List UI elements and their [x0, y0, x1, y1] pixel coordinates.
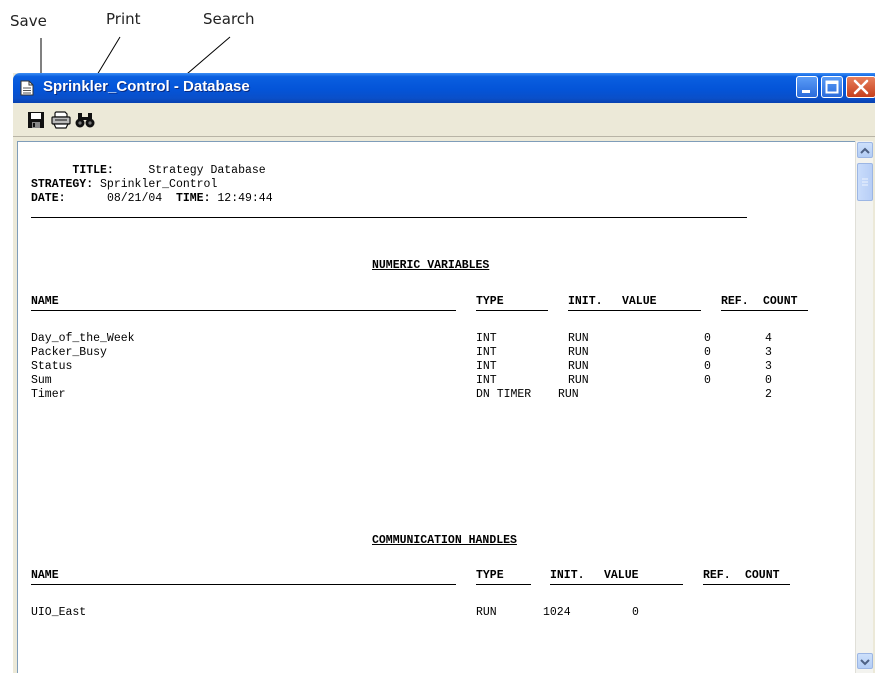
close-button[interactable] [846, 76, 875, 98]
window-title: Sprinkler_Control - Database [43, 78, 250, 95]
numeric-col-value: VALUE [622, 295, 657, 308]
minimize-button[interactable] [796, 76, 818, 98]
comm-col-init: INIT. [550, 569, 585, 582]
binoculars-icon [75, 113, 95, 128]
row-name: UIO_East [31, 606, 87, 619]
database-report: TITLE: Strategy Database STRATEGY: Sprin… [17, 141, 855, 673]
comm-col-count: COUNT [745, 569, 780, 582]
row-value: 0 [704, 346, 711, 359]
numeric-col-type: TYPE [476, 295, 504, 308]
grip-icon [862, 178, 868, 186]
row-value: 0 [704, 360, 711, 373]
scroll-down-button[interactable] [857, 653, 873, 669]
numeric-init-underline [568, 310, 701, 311]
comm-col-ref: REF. [703, 569, 731, 582]
toolbar [13, 103, 875, 137]
vertical-scrollbar[interactable] [855, 141, 873, 673]
row-init: RUN [568, 360, 589, 373]
numeric-type-underline [476, 310, 548, 311]
print-button[interactable] [51, 111, 73, 131]
row-value: 0 [704, 332, 711, 345]
row-type: INT [476, 346, 497, 359]
close-icon [853, 79, 869, 95]
search-button[interactable] [75, 111, 97, 131]
database-window: Sprinkler_Control - Database TITLE: Stra… [13, 73, 875, 673]
numeric-col-name: NAME [31, 295, 59, 308]
maximize-button[interactable] [821, 76, 843, 98]
floppy-disk-icon [28, 112, 44, 128]
save-callout-label: Save [10, 12, 47, 30]
row-name: Status [31, 360, 73, 373]
header-divider [31, 217, 747, 218]
row-init: RUN [568, 332, 589, 345]
row-init: RUN [568, 346, 589, 359]
row-count: 2 [765, 388, 772, 401]
comm-init-underline [550, 584, 683, 585]
numeric-col-ref: REF. [721, 295, 749, 308]
row-init: RUN [568, 374, 589, 387]
search-callout-label: Search [203, 10, 255, 28]
row-count: 3 [765, 360, 772, 373]
row-type: DN TIMER [476, 388, 532, 401]
comm-col-name: NAME [31, 569, 59, 582]
chevron-down-icon [860, 659, 870, 666]
row-count: 4 [765, 332, 772, 345]
comm-col-value: VALUE [604, 569, 639, 582]
row-count: 3 [765, 346, 772, 359]
comm-type-underline [476, 584, 531, 585]
time-label: TIME: [175, 192, 211, 205]
date-label: DATE: [31, 192, 66, 205]
row-type: INT [476, 332, 497, 345]
row-type: INT [476, 360, 497, 373]
row-type: RUN [476, 606, 497, 619]
comm-col-type: TYPE [476, 569, 504, 582]
minimize-icon [802, 90, 810, 93]
strategy-label: STRATEGY: [31, 178, 94, 191]
numeric-ref-underline [721, 310, 808, 311]
scroll-thumb[interactable] [857, 163, 873, 201]
numeric-col-init: INIT. [568, 295, 603, 308]
row-name: Day_of_the_Week [31, 332, 135, 345]
date-value: 08/21/04 [106, 192, 163, 205]
row-value: 0 [704, 374, 711, 387]
row-value: 0 [632, 606, 639, 619]
numeric-name-underline [31, 310, 456, 311]
row-init: RUN [558, 388, 579, 401]
maximize-icon [825, 80, 839, 94]
save-button[interactable] [27, 111, 49, 131]
title-bar[interactable]: Sprinkler_Control - Database [13, 73, 875, 103]
row-name: Timer [31, 388, 66, 401]
title-value: Strategy Database [148, 164, 266, 177]
row-init: 1024 [543, 606, 571, 619]
row-name: Sum [31, 374, 52, 387]
row-count: 0 [765, 374, 772, 387]
communication-handles-heading: COMMUNICATION HANDLES [372, 534, 517, 547]
comm-name-underline [31, 584, 456, 585]
chevron-up-icon [860, 147, 870, 154]
numeric-col-count: COUNT [763, 295, 798, 308]
numeric-variables-heading: NUMERIC VARIABLES [372, 259, 490, 272]
comm-ref-underline [703, 584, 790, 585]
title-label: TITLE: [72, 164, 114, 177]
row-type: INT [476, 374, 497, 387]
row-name: Packer_Busy [31, 346, 107, 359]
time-value: 12:49:44 [217, 192, 273, 205]
strategy-value: Sprinkler_Control [100, 178, 218, 191]
scroll-up-button[interactable] [857, 142, 873, 158]
printer-icon [51, 111, 71, 129]
print-callout-label: Print [106, 10, 141, 28]
document-icon [20, 80, 34, 96]
